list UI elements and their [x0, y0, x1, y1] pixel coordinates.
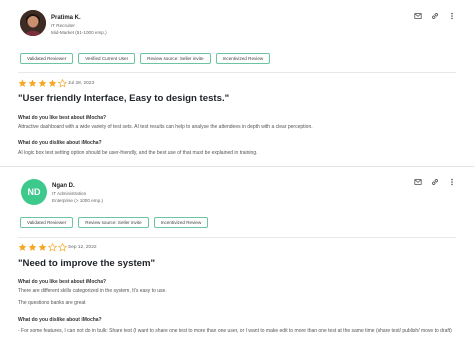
review-card: ND Ngan D. IT Administration Enterprise …: [0, 166, 474, 355]
star-full-icon: [38, 79, 47, 87]
star-full-icon: [28, 243, 37, 251]
star-full-icon: [38, 243, 47, 251]
review-date: Sep 12, 2022: [68, 245, 97, 250]
answer-like: There are different skills categorized i…: [18, 288, 167, 294]
badge-validated-reviewer: Validated Reviewer: [20, 53, 74, 64]
answer-dislike: AI logic box test setting option should …: [18, 150, 258, 156]
more-icon[interactable]: [447, 11, 456, 20]
badge-list: Validated Reviewer Review source: Seller…: [20, 217, 209, 228]
review-title: "User friendly Interface, Easy to design…: [18, 93, 230, 104]
avatar: ND: [21, 179, 47, 205]
reviewer-name[interactable]: Pratima K.: [51, 15, 81, 21]
question-like: What do you like best about iMocha?: [18, 115, 107, 121]
badge-verified-current-user: Verified Current User: [78, 53, 136, 64]
review-date: Jul 28, 2023: [68, 81, 95, 86]
badge-review-source: Review source: Seller invite: [78, 217, 149, 228]
divider: [18, 72, 456, 73]
star-empty-icon: [58, 79, 67, 88]
question-dislike: What do you dislike about iMocha?: [18, 317, 102, 323]
answer-like: Attractive dashboard with a wide variety…: [18, 124, 313, 130]
review-actions: [413, 11, 456, 20]
star-rating: [18, 79, 67, 88]
badge-incentivized-review: Incentivized Review: [215, 53, 271, 64]
link-icon[interactable]: [430, 11, 439, 20]
star-full-icon: [18, 79, 27, 87]
star-rating: [18, 243, 67, 252]
badge-review-source: Review source: Seller invite: [140, 53, 211, 64]
badge-validated-reviewer: Validated Reviewer: [20, 217, 74, 228]
divider: [18, 237, 456, 238]
reviewer-company-size: Enterprise (> 1000 emp.): [52, 198, 103, 203]
mail-icon[interactable]: [413, 177, 422, 186]
question-dislike: What do you dislike about iMocha?: [18, 140, 102, 146]
answer-dislike: - For some features, I can not do in bul…: [18, 328, 452, 334]
review-actions: [413, 177, 456, 186]
star-full-icon: [18, 243, 27, 251]
star-empty-icon: [48, 243, 57, 252]
review-card: Pratima K. IT Recruiter Mid-Market (51-1…: [0, 0, 474, 166]
review-title: "Need to improve the system": [18, 258, 156, 269]
badge-list: Validated Reviewer Verified Current User…: [20, 53, 271, 64]
mail-icon[interactable]: [413, 11, 422, 20]
badge-incentivized-review: Incentivized Review: [153, 217, 209, 228]
star-empty-icon: [58, 243, 67, 252]
star-full-icon: [48, 79, 57, 87]
more-icon[interactable]: [447, 177, 456, 186]
answer-like-extra: The questions banks are great: [18, 300, 86, 306]
question-like: What do you like best about iMocha?: [18, 279, 107, 285]
reviewer-name[interactable]: Ngan D.: [52, 183, 75, 189]
reviewer-role: IT Recruiter: [51, 23, 75, 28]
star-full-icon: [28, 79, 37, 87]
avatar: [20, 10, 46, 36]
link-icon[interactable]: [430, 177, 439, 186]
reviewer-role: IT Administration: [52, 191, 87, 196]
reviewer-company-size: Mid-Market (51-1000 emp.): [51, 30, 107, 35]
